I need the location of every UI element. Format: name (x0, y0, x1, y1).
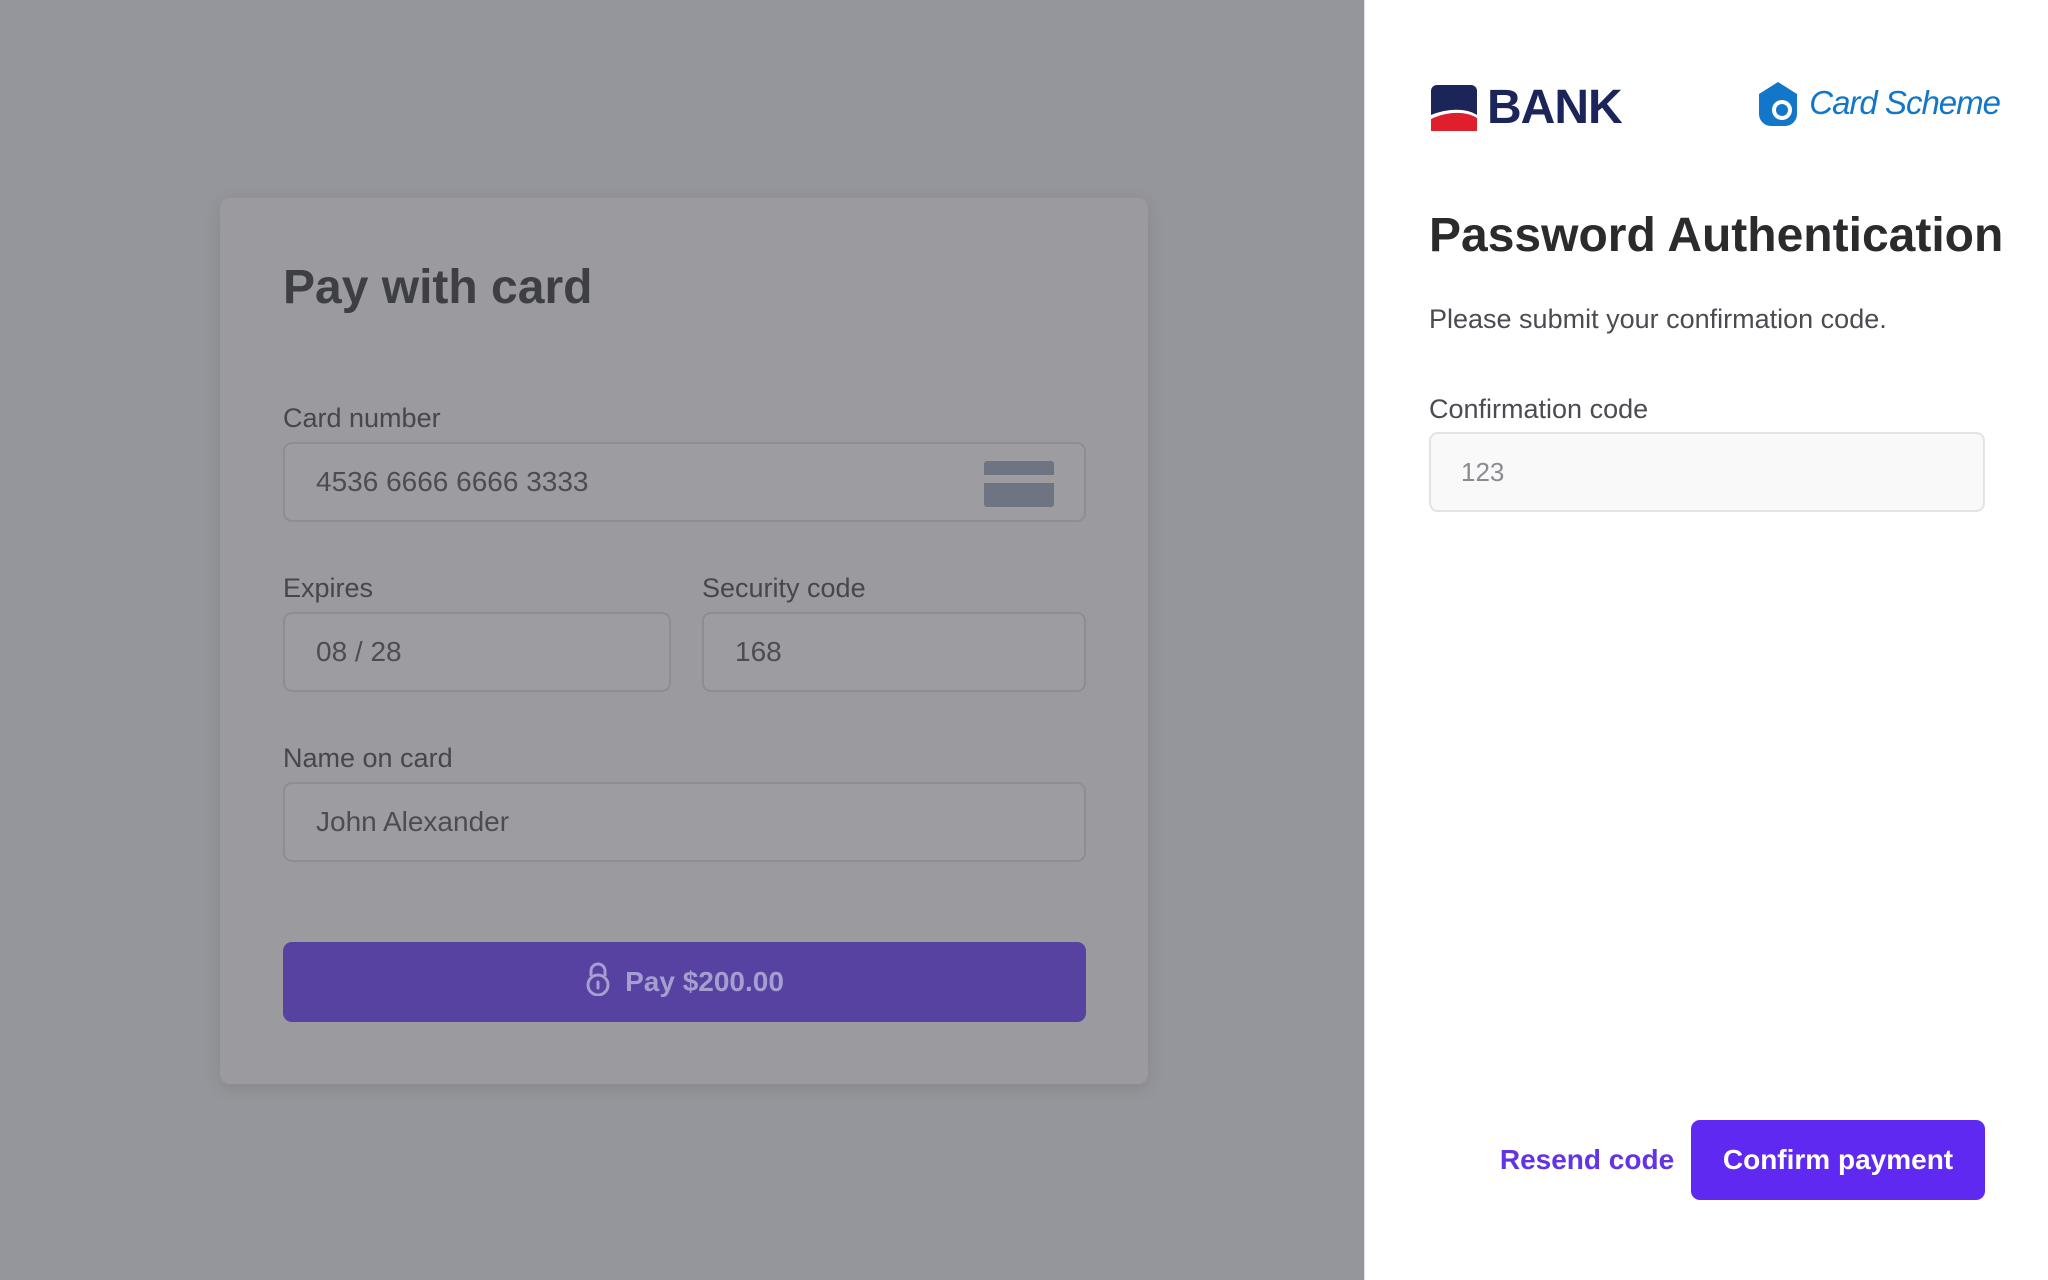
lock-icon (585, 962, 611, 1003)
card-scheme-icon (1759, 82, 1798, 126)
credit-card-icon (984, 461, 1054, 507)
auth-subtitle: Please submit your confirmation code. (1429, 304, 1887, 334)
pay-button-label: Pay $200.00 (625, 966, 784, 997)
card-number-field[interactable]: 4536 6666 6666 3333 (283, 442, 1086, 522)
expires-value: 08 / 28 (316, 636, 402, 667)
confirmation-code-input[interactable] (1429, 432, 1985, 512)
bank-logo-icon (1431, 84, 1477, 131)
name-on-card-value: John Alexander (316, 806, 510, 837)
confirmation-code-label: Confirmation code (1429, 394, 1649, 424)
card-scheme-text: Card Scheme (1809, 84, 2001, 121)
auth-title: Password Authentication (1429, 209, 2004, 262)
expires-field[interactable]: 08 / 28 (283, 612, 671, 692)
bank-logo-text: BANK (1487, 81, 1623, 134)
checkout-title: Pay with card (283, 261, 593, 314)
checkout-card: Pay with card Card number 4536 6666 6666… (220, 198, 1148, 1084)
name-on-card-label: Name on card (283, 743, 453, 773)
name-on-card-field[interactable]: John Alexander (283, 782, 1086, 862)
authentication-panel: BANK Card Scheme Password Authentication… (1364, 0, 2048, 1280)
security-code-field[interactable]: 168 (702, 612, 1086, 692)
confirm-payment-button[interactable]: Confirm payment (1691, 1120, 1985, 1200)
pay-button[interactable]: Pay $200.00 (283, 942, 1086, 1022)
card-scheme-logo: Card Scheme (1755, 80, 2001, 126)
security-code-value: 168 (735, 636, 782, 667)
security-code-label: Security code (702, 573, 866, 603)
card-number-label: Card number (283, 403, 441, 433)
resend-code-button[interactable]: Resend code (1465, 1120, 1709, 1200)
card-number-value: 4536 6666 6666 3333 (316, 466, 589, 497)
bank-logo: BANK (1431, 80, 1623, 135)
expires-label: Expires (283, 573, 374, 603)
